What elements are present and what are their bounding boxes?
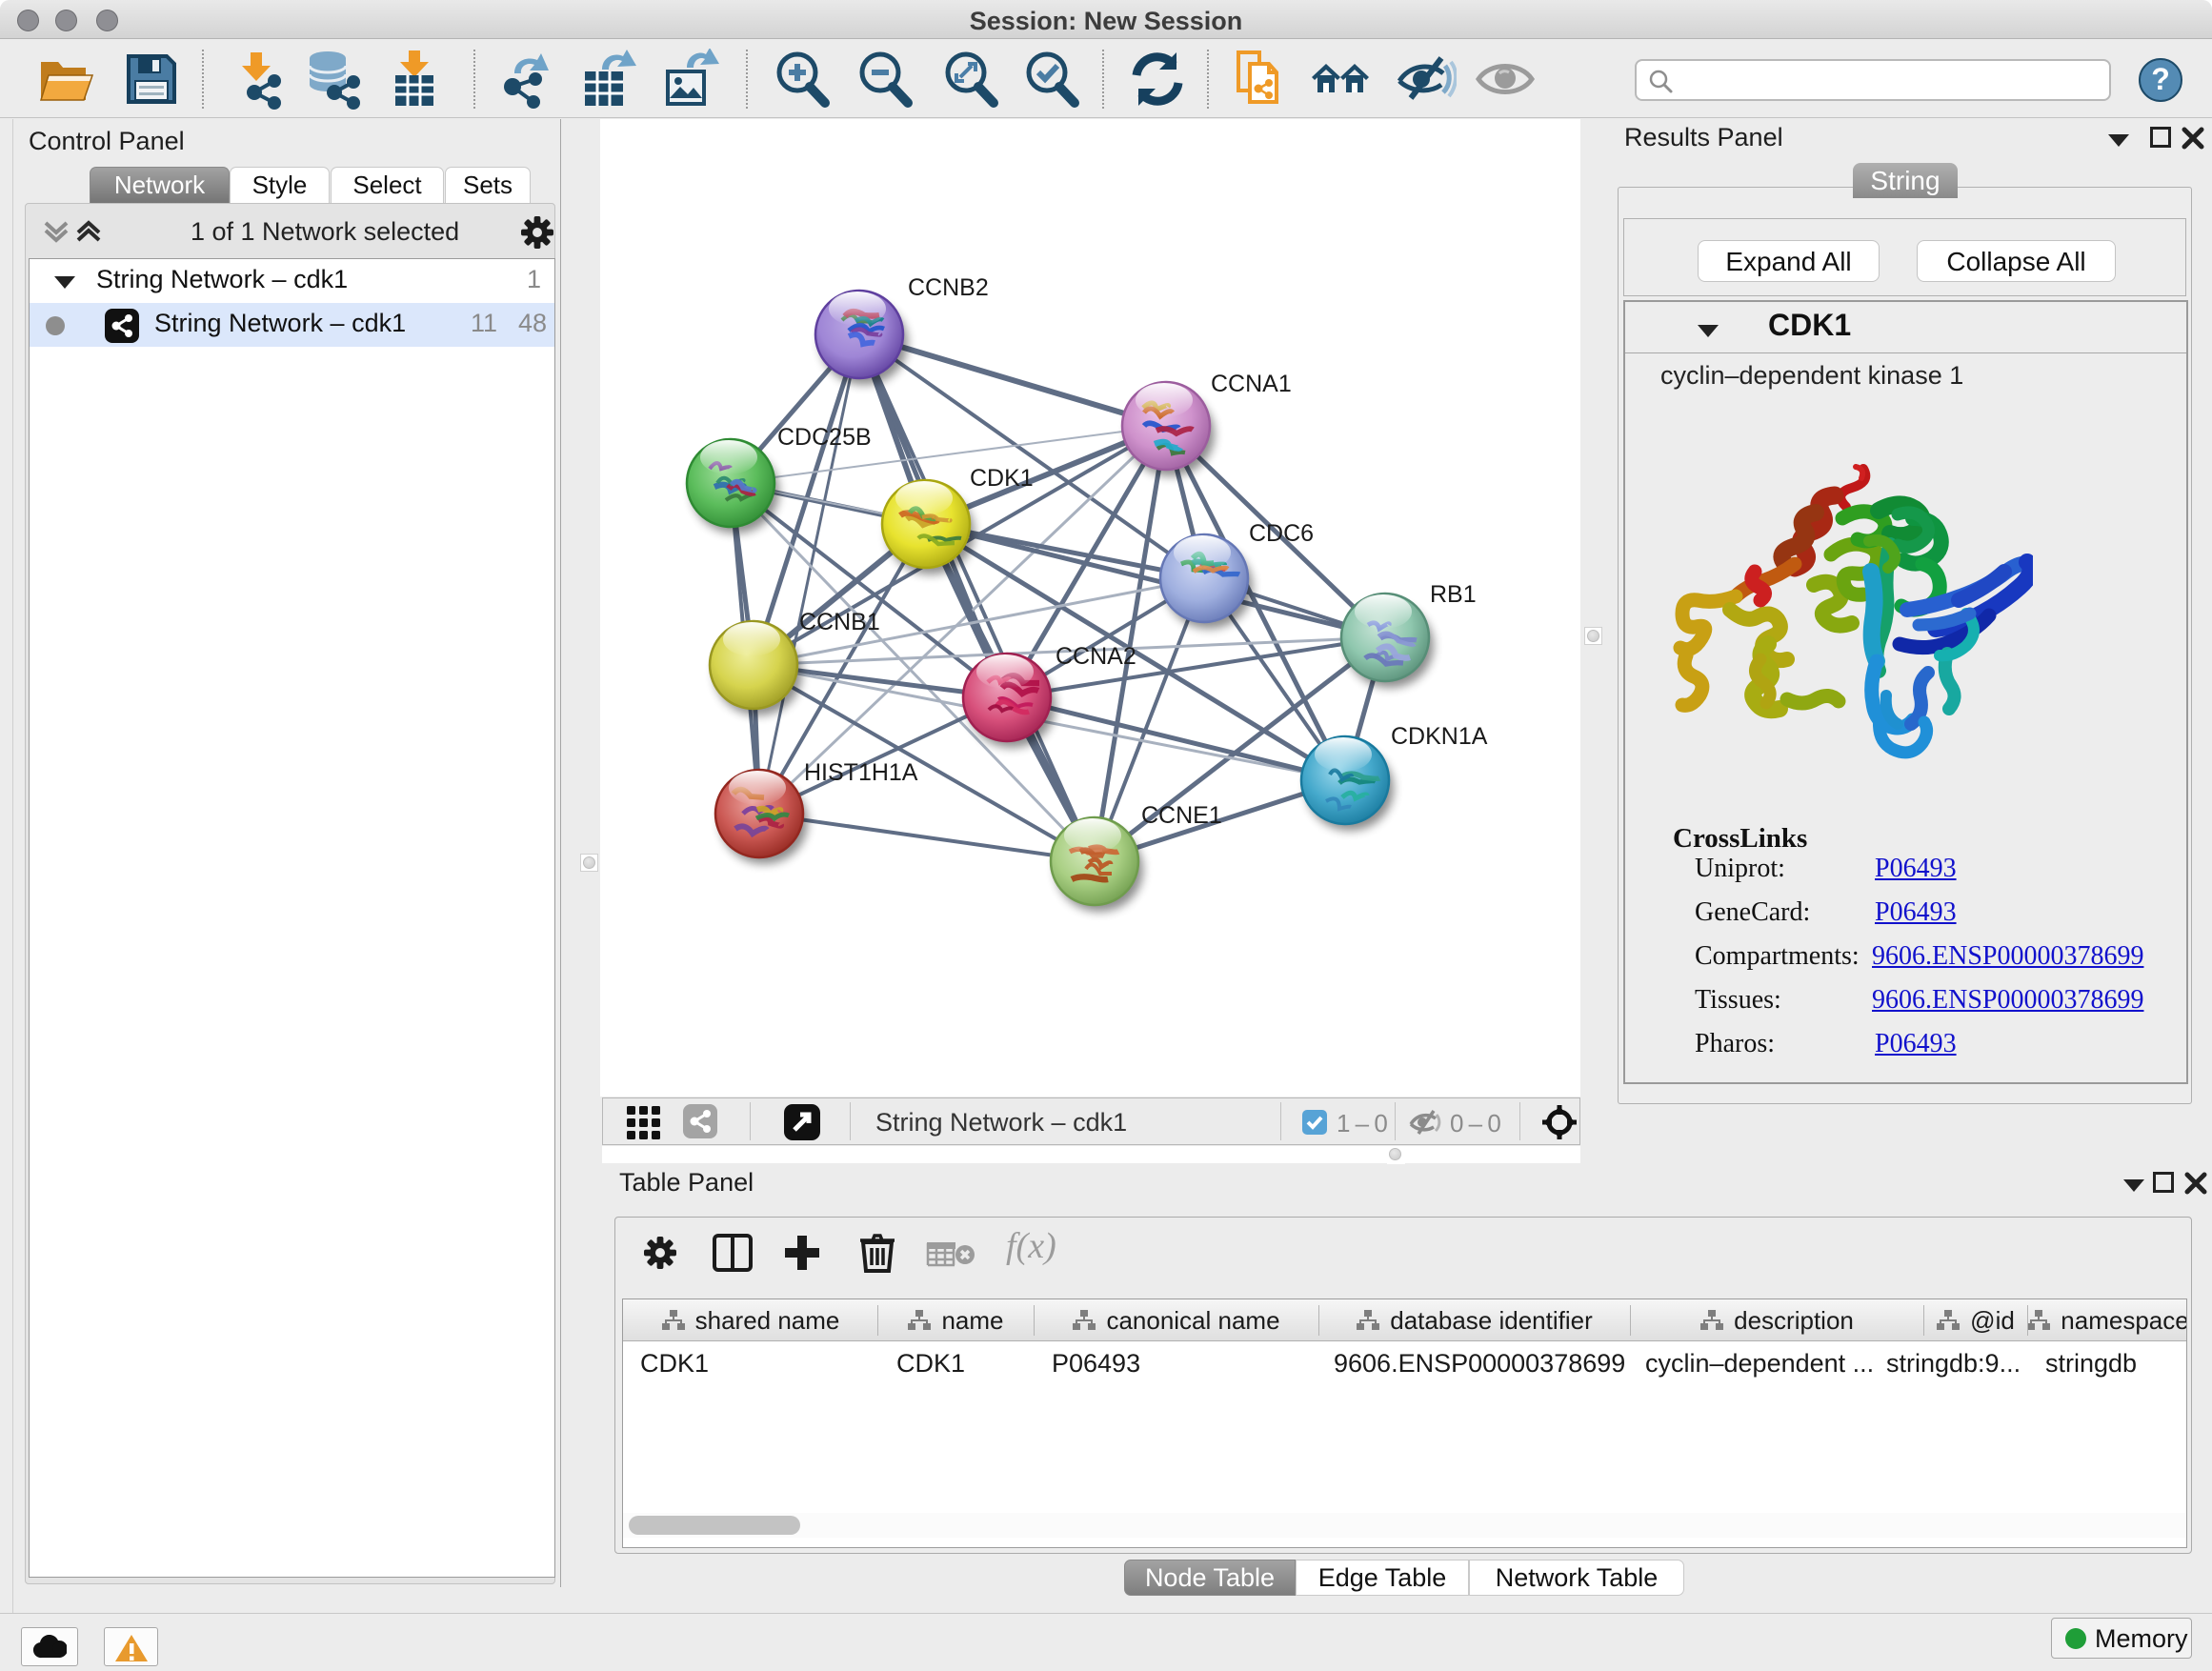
svg-text:?: ? bbox=[2151, 62, 2170, 96]
svg-text:CCNA2: CCNA2 bbox=[1056, 643, 1136, 670]
svg-text:CCNE1: CCNE1 bbox=[1141, 802, 1222, 829]
svg-text:RB1: RB1 bbox=[1430, 581, 1477, 608]
svg-text:CDK1: CDK1 bbox=[970, 465, 1034, 492]
svg-text:CDC25B: CDC25B bbox=[777, 424, 872, 451]
svg-text:CCNB2: CCNB2 bbox=[908, 274, 989, 301]
svg-text:CDKN1A: CDKN1A bbox=[1391, 723, 1488, 750]
svg-text:CDC6: CDC6 bbox=[1249, 520, 1314, 547]
svg-text:CCNA1: CCNA1 bbox=[1211, 371, 1292, 397]
svg-text:HIST1H1A: HIST1H1A bbox=[804, 759, 918, 786]
svg-text:CCNB1: CCNB1 bbox=[799, 609, 880, 635]
